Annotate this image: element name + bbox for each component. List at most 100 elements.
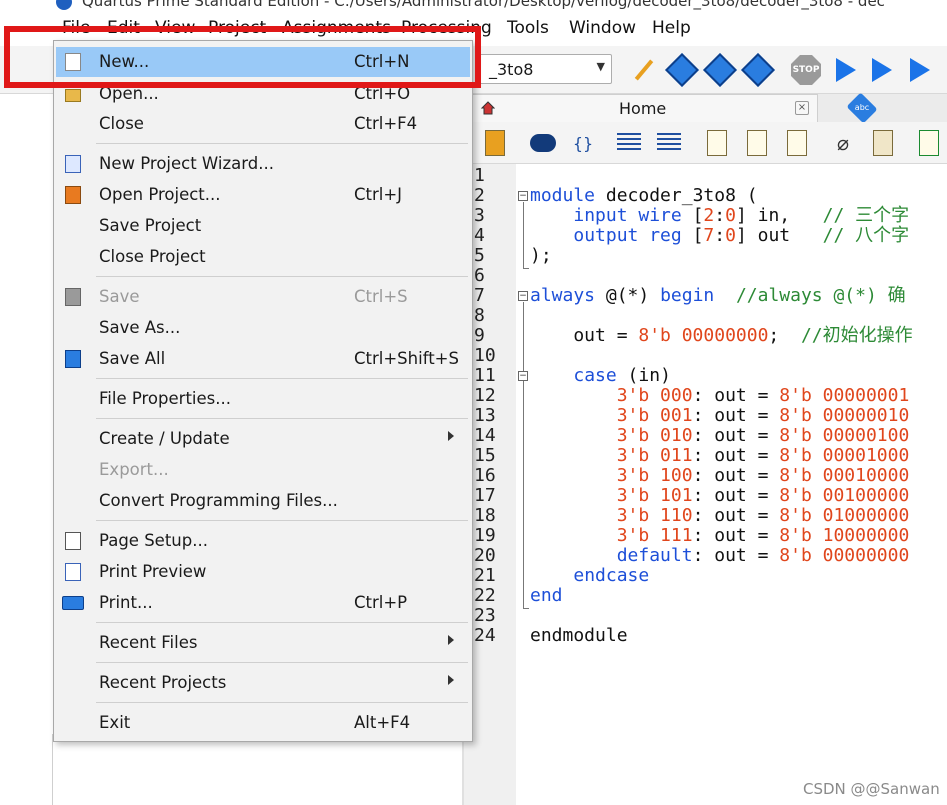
analysis-synthesis-icon[interactable] [703, 53, 737, 87]
menu-item-close-project[interactable]: Close Project [56, 242, 470, 272]
line-number: 4 [474, 225, 485, 246]
tab-home[interactable]: Home × [472, 94, 818, 122]
menu-item-print-preview[interactable]: Print Preview [56, 557, 470, 587]
start-compilation-icon[interactable] [830, 54, 862, 86]
menu-separator [96, 143, 468, 144]
code-line-13: 3'b 001: out = 8'b 00000010 [616, 405, 910, 426]
line-number: 18 [474, 505, 496, 526]
line-number: 9 [474, 325, 485, 346]
menu-item-exit[interactable]: Exit Alt+F4 [56, 708, 470, 738]
submenu-arrow-icon [448, 675, 454, 685]
menu-item-shortcut: Ctrl+J [354, 185, 403, 204]
fold-guide [523, 202, 524, 268]
code-line-22: end [530, 585, 563, 606]
code-editor[interactable]: module decoder_3to8 ( input wire [2:0] i… [530, 164, 947, 805]
menu-item-create-update[interactable]: Create / Update [56, 424, 470, 454]
menu-item-label: New Project Wizard... [99, 154, 274, 173]
menu-item-shortcut: Alt+F4 [354, 713, 411, 732]
line-number: 3 [474, 205, 485, 226]
menu-item-new-project-wizard[interactable]: New Project Wizard... [56, 149, 470, 179]
fold-toggle-icon[interactable]: − [518, 371, 528, 381]
code-line-15: 3'b 011: out = 8'b 00001000 [616, 445, 910, 466]
menu-item-page-setup[interactable]: Page Setup... [56, 526, 470, 556]
menu-item-file-properties[interactable]: File Properties... [56, 384, 470, 414]
line-number: 15 [474, 445, 496, 466]
bookmark-icon[interactable] [702, 128, 732, 158]
verilog-file-icon: abc [846, 92, 878, 124]
brackets-icon[interactable]: {} [568, 128, 598, 158]
menu-item-save-as[interactable]: Save As... [56, 313, 470, 343]
tab-verilog-file[interactable]: abc [834, 92, 947, 124]
file-menu-dropdown: New... Ctrl+N Open... Ctrl+O Close Ctrl+… [53, 40, 473, 742]
menu-help[interactable]: Help [652, 18, 691, 38]
line-number: 16 [474, 465, 496, 486]
menu-item-label: Recent Files [99, 633, 198, 652]
line-number: 1 [474, 165, 485, 186]
line-number: 8 [474, 305, 485, 326]
menu-item-label: Export... [99, 460, 169, 479]
prev-bookmark-icon[interactable] [782, 128, 812, 158]
line-number: 23 [474, 605, 496, 626]
menu-item-convert-programming-files[interactable]: Convert Programming Files... [56, 486, 470, 516]
unindent-icon[interactable] [654, 128, 684, 158]
code-line-11: case (in) [573, 365, 671, 386]
title-bar: Quartus Prime Standard Edition - C:/User… [0, 0, 947, 12]
menu-item-label: Convert Programming Files... [99, 491, 338, 510]
indent-icon[interactable] [614, 128, 644, 158]
line-number: 10 [474, 345, 496, 366]
panel-toggle-icon[interactable] [480, 128, 510, 158]
menu-separator [96, 662, 468, 663]
line-number: 7 [474, 285, 485, 306]
menu-separator [96, 520, 468, 521]
menu-item-save: Save Ctrl+S [56, 282, 470, 312]
entity-select[interactable]: _3to8 ▼ [478, 54, 612, 84]
next-bookmark-icon[interactable] [742, 128, 772, 158]
fold-toggle-icon[interactable]: − [518, 191, 528, 201]
template-icon[interactable] [868, 128, 898, 158]
save-icon [65, 288, 81, 306]
save-all-icon [65, 350, 81, 368]
menu-separator [96, 622, 468, 623]
line-number: 5 [474, 245, 485, 266]
find-icon[interactable] [528, 128, 558, 158]
attach-icon[interactable]: ⌀ [828, 128, 858, 158]
menu-item-label: Create / Update [99, 429, 230, 448]
start-fitter-icon[interactable] [904, 54, 936, 86]
menu-item-save-project[interactable]: Save Project [56, 211, 470, 241]
line-number: 17 [474, 485, 496, 506]
menu-item-open-project[interactable]: Open Project... Ctrl+J [56, 180, 470, 210]
menu-tools[interactable]: Tools [507, 18, 549, 38]
menu-item-close[interactable]: Close Ctrl+F4 [56, 109, 470, 139]
menu-item-shortcut: Ctrl+F4 [354, 114, 418, 133]
menu-separator [96, 276, 468, 277]
line-number: 19 [474, 525, 496, 546]
fold-guide [523, 302, 524, 608]
quartus-app-icon [56, 0, 72, 10]
check-file-icon[interactable] [914, 128, 944, 158]
project-wizard-icon [65, 155, 81, 173]
close-icon[interactable]: × [795, 101, 809, 115]
editor-toolbar: {} ⌀ [464, 122, 947, 164]
start-analysis-icon[interactable] [866, 54, 898, 86]
menu-item-label: File Properties... [99, 389, 231, 408]
code-line-17: 3'b 101: out = 8'b 00100000 [616, 485, 910, 506]
analysis-elaboration-icon[interactable] [665, 53, 699, 87]
submenu-arrow-icon [448, 431, 454, 441]
chevron-down-icon: ▼ [596, 60, 605, 73]
menu-item-recent-files[interactable]: Recent Files [56, 628, 470, 658]
menu-item-save-all[interactable]: Save All Ctrl+Shift+S [56, 344, 470, 374]
fold-toggle-icon[interactable]: − [518, 291, 528, 301]
menu-window[interactable]: Window [569, 18, 636, 38]
code-line-21: endcase [573, 565, 650, 586]
code-line-16: 3'b 100: out = 8'b 00010000 [616, 465, 910, 486]
menu-item-label: Save Project [99, 216, 202, 235]
line-number: 24 [474, 625, 496, 646]
fitter-icon[interactable] [741, 53, 775, 87]
stop-button[interactable]: STOP [790, 54, 822, 86]
open-project-icon [65, 186, 81, 204]
pencil-icon[interactable] [628, 54, 660, 86]
menu-item-recent-projects[interactable]: Recent Projects [56, 668, 470, 698]
menu-item-label: Recent Projects [99, 673, 227, 692]
menu-item-print[interactable]: Print... Ctrl+P [56, 588, 470, 618]
panel-divider [52, 734, 53, 805]
